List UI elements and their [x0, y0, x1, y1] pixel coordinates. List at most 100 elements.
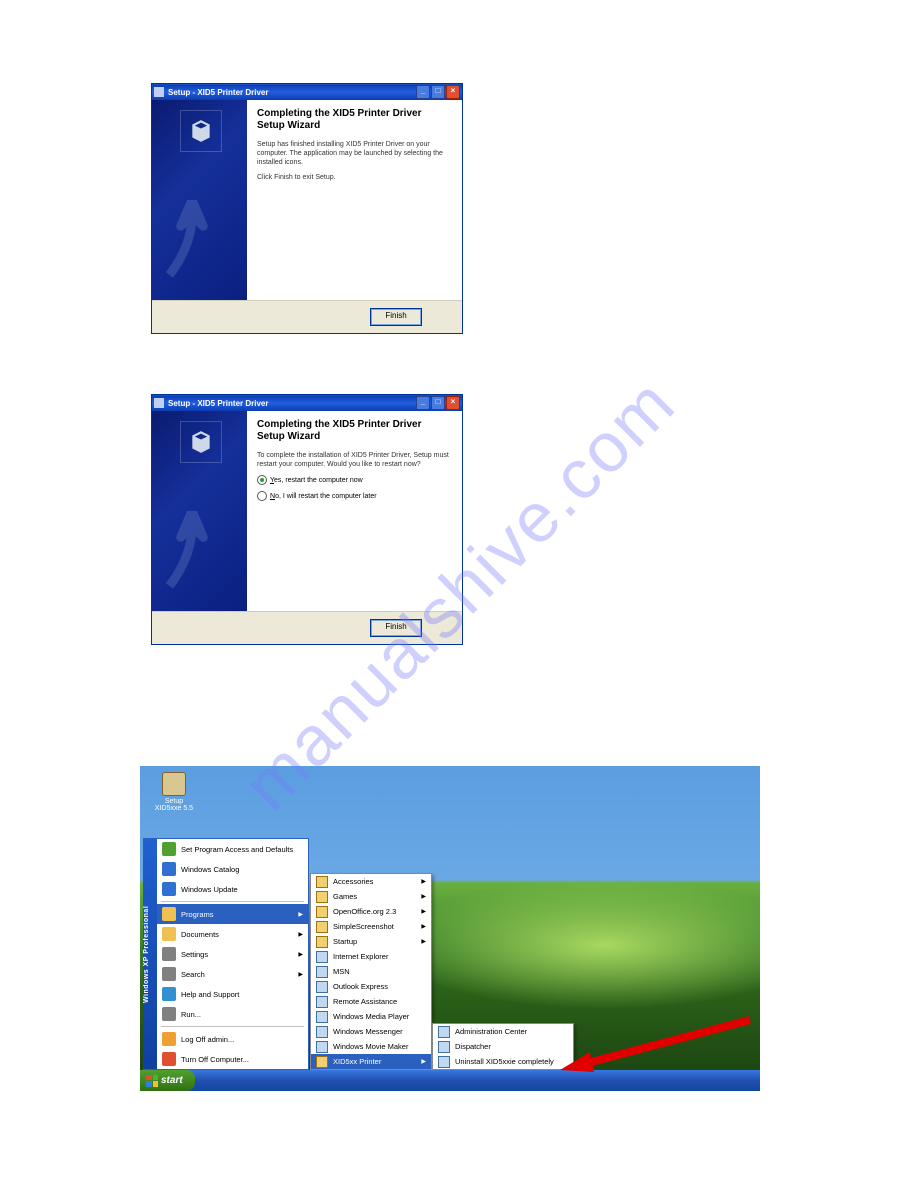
start-menu-item[interactable]: Turn Off Computer...	[157, 1049, 308, 1069]
menu-item-icon	[162, 882, 176, 896]
submenu-item[interactable]: MSN	[311, 964, 431, 979]
install-icon	[180, 421, 222, 463]
start-menu-item[interactable]: Set Program Access and Defaults	[157, 839, 308, 859]
chevron-right-icon: ▶	[421, 893, 426, 900]
folder-icon	[316, 876, 328, 888]
submenu-item[interactable]: Windows Movie Maker	[311, 1039, 431, 1054]
desktop-icon-setup[interactable]: Setup XID5xxe 5.5	[154, 772, 194, 812]
menu-item-label: Windows Catalog	[181, 865, 239, 874]
chevron-right-icon: ▶	[298, 951, 303, 958]
submenu-item-label: Internet Explorer	[333, 952, 388, 961]
start-menu-item[interactable]: Settings▶	[157, 944, 308, 964]
menu-item-label: Programs	[181, 910, 214, 919]
menu-item-label: Search	[181, 970, 205, 979]
window-controls: _ □ ×	[416, 85, 460, 99]
app-icon	[316, 1011, 328, 1023]
start-menu-item[interactable]: Help and Support	[157, 984, 308, 1004]
submenu-item-label: XID5xx Printer	[333, 1057, 381, 1066]
start-menu-item[interactable]: Documents▶	[157, 924, 308, 944]
submenu-item[interactable]: Games ▶	[311, 889, 431, 904]
submenu-item-label: Remote Assistance	[333, 997, 397, 1006]
decorative-arrow-icon	[162, 200, 237, 290]
app-icon	[438, 1041, 450, 1053]
titlebar: Setup - XID5 Printer Driver _ □ ×	[152, 395, 462, 411]
submenu-item[interactable]: Dispatcher	[433, 1039, 573, 1054]
decorative-arrow-icon	[162, 511, 237, 601]
menu-item-icon	[162, 1007, 176, 1021]
submenu-item-label: MSN	[333, 967, 350, 976]
submenu-item-label: Outlook Express	[333, 982, 388, 991]
submenu-item[interactable]: Accessories▶	[311, 874, 431, 889]
folder-icon	[316, 1056, 328, 1068]
close-button[interactable]: ×	[446, 85, 460, 99]
chevron-right-icon: ▶	[298, 911, 303, 918]
window-controls: _ □ ×	[416, 396, 460, 410]
document-page: manualshive.com Setup - XID5 Printer Dri…	[0, 0, 918, 1188]
app-icon	[316, 1041, 328, 1053]
radio-icon	[257, 491, 267, 501]
menu-item-icon	[162, 947, 176, 961]
start-menu-body: Set Program Access and Defaults Windows C…	[157, 839, 308, 1069]
menu-separator	[161, 901, 304, 902]
radio-restart-now[interactable]: Yes, restart the computer now	[257, 475, 452, 485]
app-icon	[316, 1026, 328, 1038]
menu-item-label: Help and Support	[181, 990, 239, 999]
finish-button[interactable]: Finish	[370, 619, 422, 637]
start-menu-item[interactable]: Windows Update	[157, 879, 308, 899]
submenu-item[interactable]: OpenOffice.org 2.3▶	[311, 904, 431, 919]
wizard-heading: Completing the XID5 Printer Driver Setup…	[257, 419, 452, 443]
menu-item-icon	[162, 967, 176, 981]
chevron-right-icon: ▶	[421, 1058, 426, 1065]
submenu-item-label: Administration Center	[455, 1027, 527, 1036]
wizard-instruction-text: Click Finish to exit Setup.	[257, 173, 452, 182]
wizard-content: Completing the XID5 Printer Driver Setup…	[247, 100, 462, 300]
start-menu-item[interactable]: Run...	[157, 1004, 308, 1024]
submenu-item-label: Windows Messenger	[333, 1027, 403, 1036]
maximize-button[interactable]: □	[431, 396, 445, 410]
printer-submenu: Administration Center Dispatcher Uninstall…	[432, 1023, 574, 1070]
app-icon	[438, 1026, 450, 1038]
menu-item-icon	[162, 842, 176, 856]
submenu-item[interactable]: Outlook Express	[311, 979, 431, 994]
dialog-body: Completing the XID5 Printer Driver Setup…	[152, 100, 462, 300]
minimize-button[interactable]: _	[416, 85, 430, 99]
app-icon	[316, 951, 328, 963]
start-menu: Windows XP Professional Set Program Acce…	[143, 838, 309, 1070]
submenu-item[interactable]: Windows Media Player	[311, 1009, 431, 1024]
start-menu-item[interactable]: Search▶	[157, 964, 308, 984]
finish-button[interactable]: Finish	[370, 308, 422, 326]
submenu-item-label: Games	[333, 892, 357, 901]
windows-logo-icon	[146, 1075, 158, 1087]
submenu-item-label: OpenOffice.org 2.3	[333, 907, 396, 916]
setup-dialog-finished: Setup - XID5 Printer Driver _ □ × Comple…	[151, 83, 463, 334]
dialog-footer: Finish	[152, 300, 462, 333]
setup-dialog-restart: Setup - XID5 Printer Driver _ □ × Comple…	[151, 394, 463, 645]
submenu-item[interactable]: Administration Center	[433, 1024, 573, 1039]
radio-restart-later[interactable]: No, I will restart the computer later	[257, 491, 452, 501]
start-menu-item[interactable]: Log Off admin...	[157, 1029, 308, 1049]
start-label: start	[161, 1075, 183, 1086]
maximize-button[interactable]: □	[431, 85, 445, 99]
submenu-item[interactable]: Windows Messenger	[311, 1024, 431, 1039]
submenu-item[interactable]: Internet Explorer	[311, 949, 431, 964]
start-button[interactable]: start	[140, 1070, 195, 1091]
menu-item-label: Turn Off Computer...	[181, 1055, 249, 1064]
menu-separator	[161, 1026, 304, 1027]
minimize-button[interactable]: _	[416, 396, 430, 410]
submenu-item[interactable]: XID5xx Printer ▶	[311, 1054, 431, 1069]
menu-item-label: Run...	[181, 1010, 201, 1019]
radio-icon	[257, 475, 267, 485]
menu-item-icon	[162, 1032, 176, 1046]
submenu-item[interactable]: Startup▶	[311, 934, 431, 949]
submenu-item[interactable]: Uninstall XID5xxie completely	[433, 1054, 573, 1069]
radio-label: Yes, restart the computer now	[270, 477, 363, 484]
submenu-item[interactable]: Remote Assistance	[311, 994, 431, 1009]
app-icon	[316, 996, 328, 1008]
start-menu-item[interactable]: Programs ▶	[157, 904, 308, 924]
close-button[interactable]: ×	[446, 396, 460, 410]
submenu-item[interactable]: SimpleScreenshot▶	[311, 919, 431, 934]
start-menu-item[interactable]: Windows Catalog	[157, 859, 308, 879]
submenu-item-label: Uninstall XID5xxie completely	[455, 1057, 554, 1066]
wizard-side-panel	[152, 411, 247, 611]
chevron-right-icon: ▶	[298, 931, 303, 938]
